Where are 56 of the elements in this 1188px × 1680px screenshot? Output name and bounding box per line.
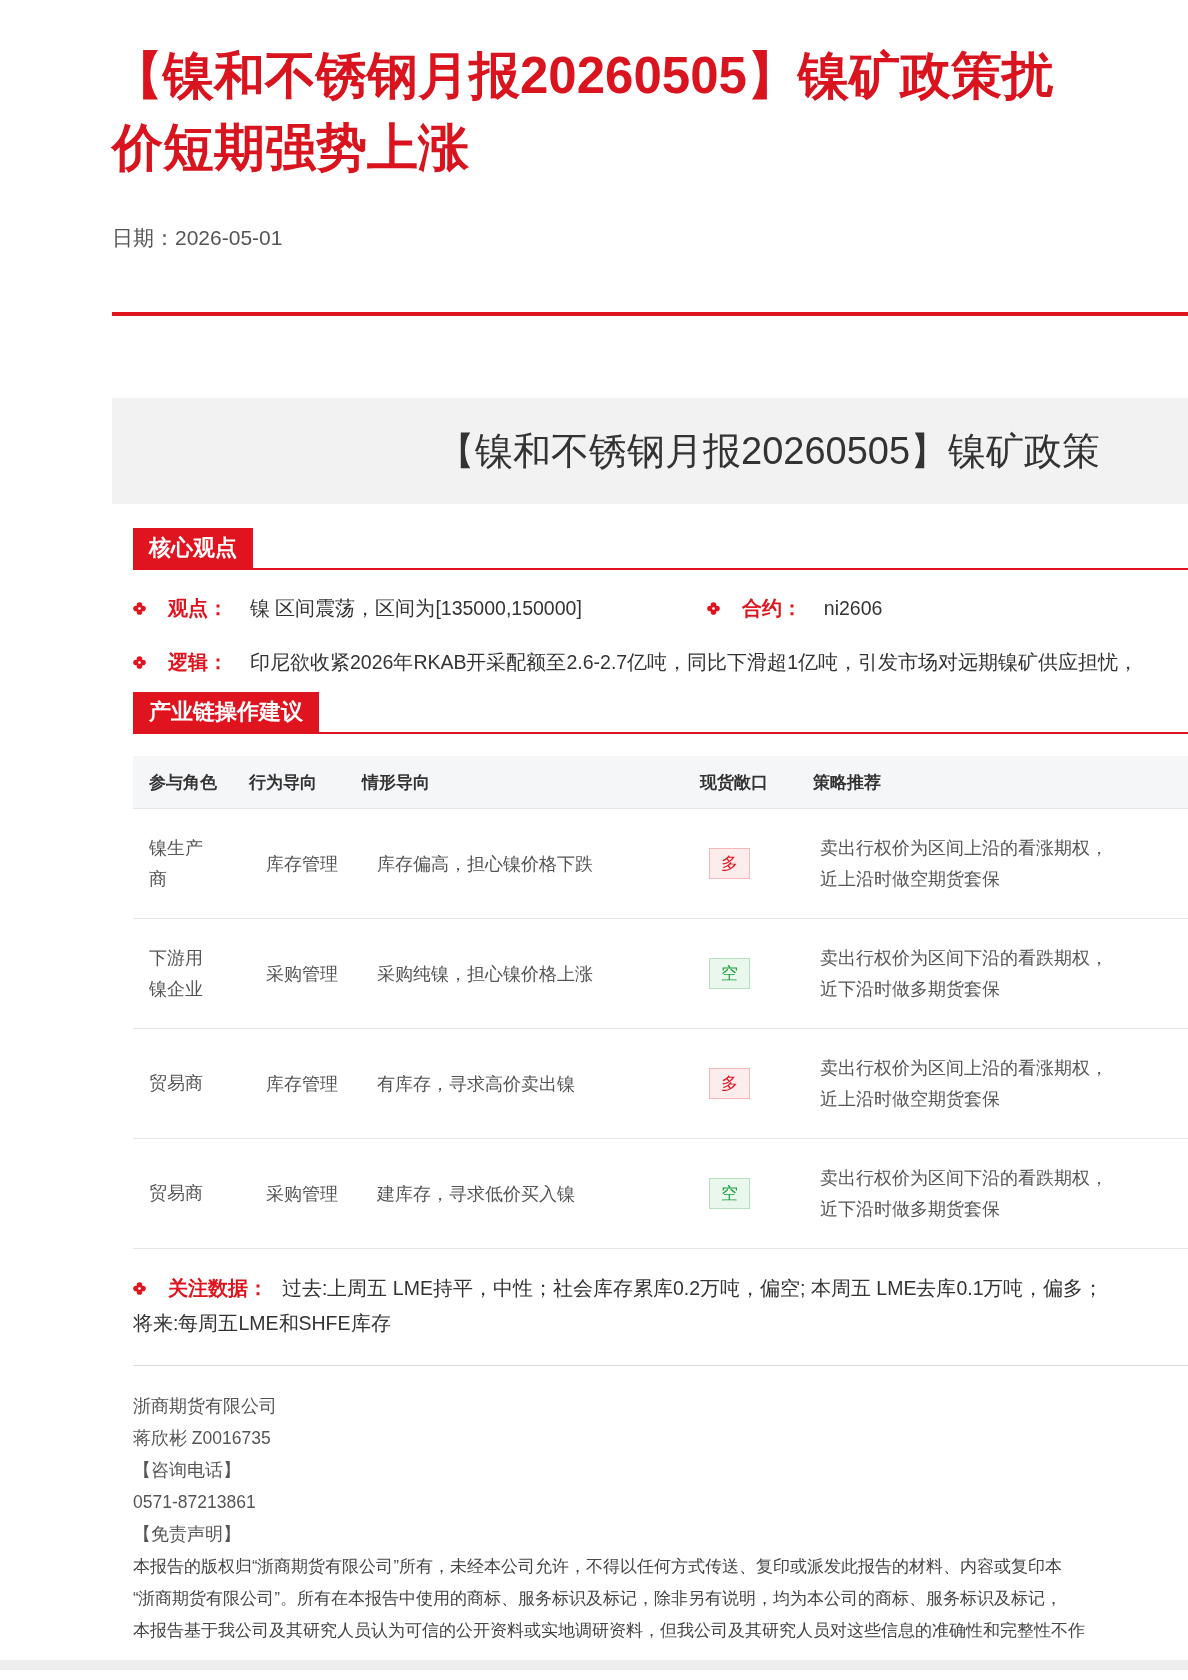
table-cell-text: 库存偏高，担心镍价格下跌 bbox=[376, 852, 594, 876]
table-cell-text: 有库存，寻求高价卖出镍 bbox=[376, 1072, 576, 1096]
table-cell-text: 下游用镍企业 bbox=[149, 946, 204, 1001]
footer-text: 【免责声明】 bbox=[133, 1523, 241, 1546]
column-header: 行为导向 bbox=[249, 771, 319, 794]
exposure-tag: 空 bbox=[709, 1178, 751, 1209]
table-cell-text: 建库存，寻求低价买入镍 bbox=[376, 1182, 576, 1206]
table-cell-text: 贸易商 bbox=[149, 1182, 204, 1205]
footer-text: 0571-87213861 bbox=[133, 1491, 256, 1514]
table-cell-text: 卖出行权价为区间上沿的看涨期权， bbox=[819, 1056, 1108, 1080]
footer-text: 浙商期货有限公司 bbox=[133, 1395, 277, 1418]
table-cell-text: 采购管理 bbox=[266, 962, 340, 986]
exposure-tag: 空 bbox=[709, 958, 751, 989]
field-value: 将来:每周五LME和SHFE库存 bbox=[133, 1311, 391, 1336]
table-cell-text: 采购管理 bbox=[266, 1182, 340, 1206]
bullet-icon bbox=[133, 1282, 146, 1295]
exposure-tag: 多 bbox=[709, 1068, 751, 1099]
field-label: 关注数据： bbox=[168, 1276, 268, 1301]
table-cell-text: 卖出行权价为区间下沿的看跌期权， bbox=[819, 946, 1108, 970]
field-value: 印尼欲收紧2026年RKAB开采配额至2.6-2.7亿吨，同比下滑超1亿吨，引发市场对远期镍矿供应担忧， bbox=[250, 649, 1139, 675]
footer-text: 蒋欣彬 Z0016735 bbox=[133, 1427, 271, 1450]
table-cell-text: 镍生产商 bbox=[149, 836, 204, 891]
table-cell-text: 库存管理 bbox=[266, 1072, 340, 1096]
exposure-tag: 多 bbox=[709, 848, 751, 879]
banner-title: 【镍和不锈钢月报20260505】镍矿政策 bbox=[437, 428, 1101, 474]
disclaimer-text: 本报告的版权归“浙商期货有限公司”所有，未经本公司允许，不得以任何方式传送、复印或派发此报告的材料、内容或复印本 bbox=[133, 1556, 1062, 1577]
disclaimer-text: “浙商期货有限公司”。所有在本报告中使用的商标、服务标识及标记，除非另有说明，均为本公司的商标、服务标识及标记， bbox=[133, 1588, 1062, 1609]
table-cell-text: 卖出行权价为区间上沿的看涨期权， bbox=[819, 836, 1108, 860]
table-cell-text: 近上沿时做空期货套保 bbox=[819, 1087, 1000, 1111]
column-header: 策略推荐 bbox=[812, 771, 882, 794]
section-heading: 核心观点 bbox=[133, 528, 253, 568]
table-cell-text: 近下沿时做多期货套保 bbox=[819, 977, 1000, 1001]
field-label: 合约： bbox=[741, 595, 802, 621]
table-cell-text: 卖出行权价为区间下沿的看跌期权， bbox=[819, 1166, 1108, 1190]
table-cell-text: 采购纯镍，担心镍价格上涨 bbox=[376, 962, 594, 986]
report-title: 价短期强势上涨 bbox=[112, 118, 469, 178]
field-value: 过去:上周五 LME持平，中性；社会库存累库0.2万吨，偏空; 本周五 LME去库0.1万吨，偏多； bbox=[282, 1276, 1104, 1301]
column-header: 情形导向 bbox=[361, 771, 431, 794]
footer-text: 【咨询电话】 bbox=[133, 1459, 241, 1482]
field-value: ni2606 bbox=[823, 596, 883, 620]
table-cell-text: 近上沿时做空期货套保 bbox=[819, 867, 1000, 891]
section-heading: 产业链操作建议 bbox=[133, 692, 319, 732]
table-cell-text: 近下沿时做多期货套保 bbox=[819, 1197, 1000, 1221]
column-header: 参与角色 bbox=[148, 771, 218, 794]
table-cell-text: 贸易商 bbox=[149, 1072, 204, 1095]
bullet-icon bbox=[133, 655, 146, 669]
table-cell-text: 库存管理 bbox=[266, 852, 340, 876]
column-header: 现货敞口 bbox=[700, 771, 770, 794]
disclaimer-text: 本报告基于我公司及其研究人员认为可信的公开资料或实地调研资料，但我公司及其研究人员对这些信息的准确性和完整性不作 bbox=[133, 1620, 1085, 1641]
field-label: 观点： bbox=[168, 595, 228, 621]
report-date: 日期：2026-05-01 bbox=[112, 225, 283, 251]
field-label: 逻辑： bbox=[168, 649, 228, 675]
bullet-icon bbox=[706, 601, 720, 615]
report-title: 【镍和不锈钢月报20260505】镍矿政策扰 bbox=[112, 46, 1053, 106]
field-value: 镍 区间震荡，区间为[135000,150000] bbox=[250, 595, 582, 621]
bullet-icon bbox=[133, 601, 146, 615]
